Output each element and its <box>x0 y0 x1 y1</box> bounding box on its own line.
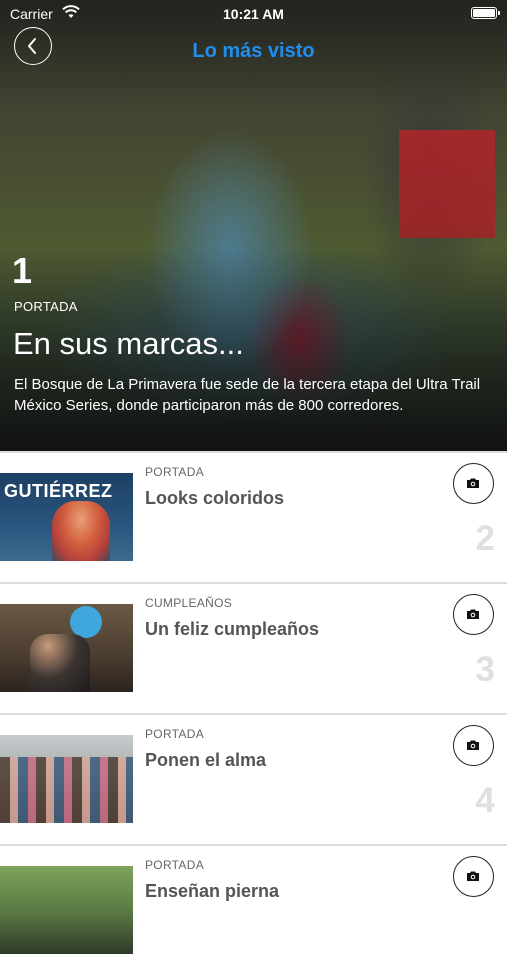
camera-icon <box>467 871 479 881</box>
battery-icon <box>471 7 500 19</box>
item-rank: 2 <box>475 519 495 558</box>
camera-icon <box>467 740 479 750</box>
item-rank: 4 <box>475 781 495 820</box>
item-category: PORTADA <box>145 727 205 741</box>
thumbnail-balloon <box>70 606 102 638</box>
item-category: PORTADA <box>145 858 205 872</box>
list-item[interactable]: PORTADA Ponen el alma 4 <box>0 713 507 844</box>
list-item[interactable]: GUTIÉRREZ PORTADA Looks coloridos 2 <box>0 451 507 582</box>
featured-hero[interactable]: Carrier 10:21 AM Lo más visto 1 PORTADA … <box>0 0 507 451</box>
item-title[interactable]: Enseñan pierna <box>145 881 279 902</box>
gallery-button[interactable] <box>453 594 494 635</box>
gallery-button[interactable] <box>453 463 494 504</box>
item-title[interactable]: Un feliz cumpleaños <box>145 619 319 640</box>
item-title[interactable]: Looks coloridos <box>145 488 284 509</box>
featured-category: PORTADA <box>14 299 78 314</box>
featured-summary: El Bosque de La Primavera fue sede de la… <box>14 376 481 414</box>
list-item[interactable]: PORTADA Enseñan pierna <box>0 844 507 975</box>
item-thumbnail: GUTIÉRREZ <box>0 473 133 561</box>
item-rank: 3 <box>475 650 495 689</box>
thumbnail-people <box>30 634 90 692</box>
camera-icon <box>467 478 479 488</box>
item-category: CUMPLEAÑOS <box>145 596 233 610</box>
item-thumbnail <box>0 735 133 823</box>
item-title[interactable]: Ponen el alma <box>145 750 266 771</box>
thumbnail-crowd <box>0 757 133 823</box>
status-bar: Carrier 10:21 AM <box>0 0 507 28</box>
camera-icon <box>467 609 479 619</box>
gallery-button[interactable] <box>453 856 494 897</box>
featured-rank: 1 <box>12 250 33 291</box>
featured-title[interactable]: En sus marcas... <box>13 326 244 362</box>
item-category: PORTADA <box>145 465 205 479</box>
list-item[interactable]: CUMPLEAÑOS Un feliz cumpleaños 3 <box>0 582 507 713</box>
page-title: Lo más visto <box>192 40 315 62</box>
item-thumbnail <box>0 866 133 954</box>
item-thumbnail <box>0 604 133 692</box>
thumbnail-person <box>52 501 110 561</box>
clock: 10:21 AM <box>223 6 284 22</box>
thumbnail-sign-text: GUTIÉRREZ <box>4 481 113 501</box>
gallery-button[interactable] <box>453 725 494 766</box>
most-viewed-list: GUTIÉRREZ PORTADA Looks coloridos 2 CUMP… <box>0 451 507 975</box>
